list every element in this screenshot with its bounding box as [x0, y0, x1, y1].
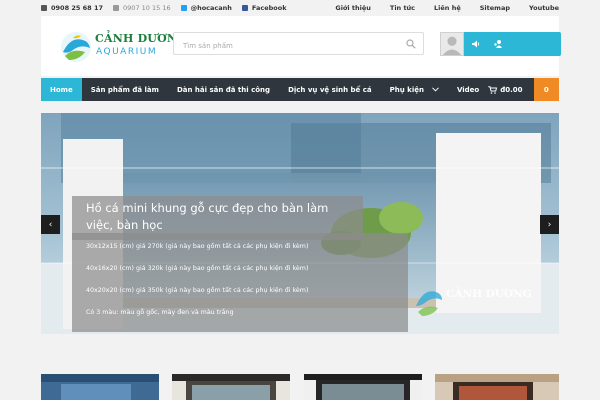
cart-count-badge[interactable]: 0: [533, 78, 559, 101]
chevron-left-icon: ‹: [48, 219, 53, 230]
search-icon[interactable]: [406, 39, 416, 49]
top-link-tin-tuc[interactable]: Tin tức: [390, 4, 415, 12]
search-input[interactable]: [174, 35, 389, 57]
slide-line-2: 40x16x20 (cm) giá 320k (giá này bao gồm …: [86, 265, 309, 272]
chevron-right-icon: ›: [547, 219, 552, 230]
facebook-link[interactable]: Facebook: [241, 4, 287, 12]
product-thumbnail-1[interactable]: [41, 374, 159, 400]
top-link-gioi-thieu[interactable]: Giới thiệu: [335, 4, 371, 12]
cart-total: đ0.00: [500, 85, 523, 94]
cart-button[interactable]: đ0.00: [488, 78, 533, 101]
top-link-lien-he[interactable]: Liên hệ: [434, 4, 461, 12]
top-links: Giới thiệu Tin tức Liên hệ Sitemap Youtu…: [335, 4, 559, 12]
top-link-youtube[interactable]: Youtube: [529, 4, 559, 12]
logo-fish-icon: [61, 32, 91, 62]
contact-phone-1[interactable]: 0908 25 68 17: [41, 4, 103, 12]
volume-icon[interactable]: [471, 39, 481, 49]
cart-icon: [488, 85, 498, 94]
phone-muted-icon: [113, 5, 120, 11]
phone-icon: [41, 5, 47, 11]
search-box: [173, 32, 424, 57]
site-header: CẢNH DƯƠNG AQUARIUM: [41, 16, 561, 76]
facebook-icon: [241, 5, 248, 11]
product-thumbnail-3[interactable]: [304, 374, 422, 400]
main-nav: Home Sản phẩm đã làm Dàn hải sản đã thi …: [41, 78, 559, 101]
account-panel[interactable]: [440, 32, 561, 56]
nav-item-home[interactable]: Home: [41, 78, 82, 101]
nav-item-dich-vu-ve-sinh[interactable]: Dịch vụ vệ sinh bể cá: [279, 78, 381, 101]
slide-line-3: 40x20x20 (cm) giá 350k (giá này bao gồm …: [86, 287, 309, 294]
slide-description: 30x12x15 (cm) giá 270k (giá này bao gồm …: [72, 233, 408, 332]
nav-item-video[interactable]: Video: [448, 78, 488, 101]
twitter-link[interactable]: @hocacanh: [180, 4, 232, 12]
chevron-down-icon: [432, 87, 439, 92]
twitter-text: @hocacanh: [190, 4, 232, 12]
slider-prev-button[interactable]: ‹: [41, 215, 60, 234]
nav-item-phu-kien-label: Phụ kiện: [389, 85, 424, 94]
slide-line-1: 30x12x15 (cm) giá 270k (giá này bao gồm …: [86, 243, 309, 250]
watermark-logo-icon: [416, 291, 442, 316]
users-icon[interactable]: [493, 39, 503, 49]
slider-next-button[interactable]: ›: [540, 215, 559, 234]
facebook-text: Facebook: [251, 4, 287, 12]
nav-item-san-pham-da-lam[interactable]: Sản phẩm đã làm: [82, 78, 168, 101]
nav-item-dan-hai-san[interactable]: Dàn hải sản đã thi công: [168, 78, 279, 101]
twitter-icon: [180, 5, 187, 11]
phone-1-text: 0908 25 68 17: [51, 4, 104, 12]
contact-phone-2[interactable]: 0907 10 15 16: [113, 4, 171, 12]
product-thumbnail-4[interactable]: [435, 374, 559, 400]
logo-subtitle: AQUARIUM: [96, 47, 158, 57]
site-logo[interactable]: CẢNH DƯƠNG AQUARIUM: [59, 30, 187, 64]
slide-watermark-text: CẢNH DƯƠNG: [446, 288, 532, 300]
nav-item-phu-kien[interactable]: Phụ kiện: [381, 78, 448, 101]
user-avatar-icon[interactable]: [440, 32, 464, 56]
top-bar: 0908 25 68 17 0907 10 15 16 @hocacanh Fa…: [41, 0, 559, 16]
phone-2-text: 0907 10 15 16: [123, 4, 171, 12]
page: 0908 25 68 17 0907 10 15 16 @hocacanh Fa…: [0, 0, 600, 400]
product-thumbnail-2[interactable]: [172, 374, 290, 400]
top-link-sitemap[interactable]: Sitemap: [480, 4, 510, 12]
slide-line-4: Có 3 màu: màu gỗ gốc, mày đen và màu trắ…: [86, 309, 234, 316]
